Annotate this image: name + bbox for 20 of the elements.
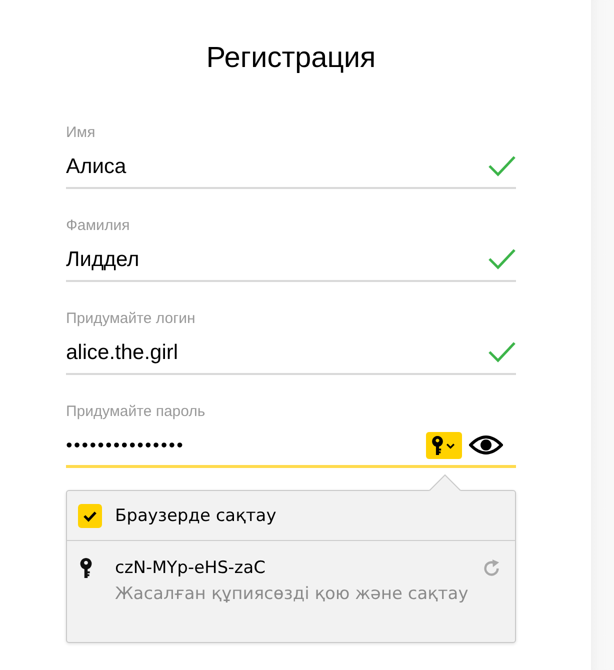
field-label: Имя xyxy=(66,123,96,143)
checkmark-icon xyxy=(488,155,516,177)
field-label: Придумайте логин xyxy=(66,309,196,329)
text-field[interactable]: alice.the.girl xyxy=(66,333,516,375)
field-label: Придумайте пароль xyxy=(66,402,206,422)
checkbox-label[interactable]: Браузерде сақтау xyxy=(115,504,276,528)
suggestion-hint: Жасалған құпиясөзді қою және сақтау xyxy=(115,583,468,606)
text-field[interactable]: Алиса xyxy=(66,147,516,189)
field-label: Фамилия xyxy=(66,216,130,236)
text-field[interactable]: Лиддел xyxy=(66,240,516,282)
checkmark-icon xyxy=(488,341,516,363)
key-button[interactable] xyxy=(426,432,462,459)
generated-password[interactable]: czN-MYp-eHS-zaC xyxy=(115,556,266,580)
key-icon xyxy=(80,558,92,578)
checkbox[interactable] xyxy=(78,504,102,528)
key-icon xyxy=(432,436,443,455)
chevron-icon xyxy=(446,442,455,448)
eye-icon[interactable] xyxy=(469,435,503,455)
checkmark-icon xyxy=(488,248,516,270)
page-title: Регистрация xyxy=(206,41,376,76)
